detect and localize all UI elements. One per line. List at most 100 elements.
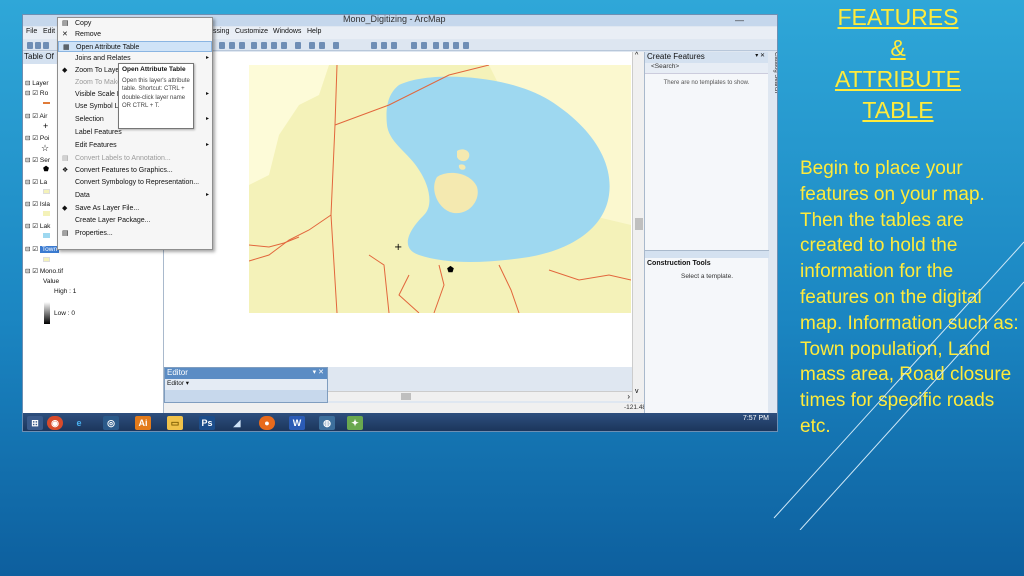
- empty-templates-message: There are no templates to show.: [663, 80, 750, 86]
- context-menu-item-label: Convert Features to Graphics...: [75, 167, 173, 174]
- pin-close-icon[interactable]: ▾ ✕: [755, 52, 765, 59]
- editor-dropdown-label[interactable]: Editor: [167, 380, 184, 387]
- zoom-in-icon[interactable]: [251, 42, 257, 49]
- python-app-icon[interactable]: ✦: [347, 416, 363, 430]
- toc-layer-land[interactable]: ⊟ ☑ La: [25, 178, 47, 186]
- context-menu-item-label: Remove: [75, 31, 102, 38]
- pentagon-symbol-icon: ⬟: [43, 166, 50, 173]
- toc-layer-label: Ser: [39, 157, 51, 164]
- toc-layer-mono-tif[interactable]: ⊟ ☑ Mono.tif: [25, 267, 63, 275]
- roads-swatch: [43, 102, 50, 104]
- close-icon[interactable]: ▾ ✕: [313, 368, 324, 376]
- toc-layer-services[interactable]: ⊟ ☑ Ser: [25, 156, 50, 164]
- scroll-thumb[interactable]: [401, 393, 411, 400]
- slide-title: FEATURES & ATTRIBUTE TABLE: [820, 2, 976, 126]
- map-vertical-scrollbar[interactable]: ^ v: [632, 52, 644, 402]
- context-menu-item[interactable]: ▤ Copy: [58, 18, 212, 29]
- toc-layer-label: Poi: [39, 135, 50, 142]
- toc-layers-group[interactable]: ⊟ Layer: [25, 79, 49, 87]
- new-doc-icon[interactable]: [27, 42, 33, 49]
- context-menu-item[interactable]: ❖ Convert Features to Graphics...: [58, 165, 212, 176]
- context-menu-item[interactable]: ✕ Remove: [58, 29, 212, 40]
- context-menu-item[interactable]: ▦ Open Attribute Table: [58, 41, 212, 52]
- toc-layer-lake[interactable]: ⊟ ☑ Lak: [25, 222, 50, 230]
- context-menu-item-label: Create Layer Package...: [75, 217, 151, 224]
- open-icon[interactable]: [35, 42, 41, 49]
- hyperlink-icon[interactable]: [421, 42, 427, 49]
- pan-icon[interactable]: [271, 42, 277, 49]
- toc-layer-label: Isla: [39, 201, 51, 208]
- menu-customize[interactable]: Customize: [235, 28, 268, 35]
- islands-swatch: [43, 211, 50, 216]
- toc-layer-roads[interactable]: ⊟ ☑ Ro: [25, 89, 48, 97]
- menu-edit[interactable]: Edit: [43, 28, 55, 35]
- taskbar-clock: 7:57 PM: [742, 415, 769, 422]
- python-icon[interactable]: [463, 42, 469, 49]
- tooltip-text: Open this layer's attribute table. Short…: [122, 77, 190, 110]
- map-canvas[interactable]: + ⬟: [249, 65, 631, 313]
- menu-help[interactable]: Help: [307, 28, 321, 35]
- select-elements-icon[interactable]: [371, 42, 377, 49]
- menu-geoprocessing[interactable]: ssing: [213, 28, 229, 35]
- toc-layer-town[interactable]: ⊟ ☑ Town: [25, 245, 60, 253]
- window-controls[interactable]: —▢✕: [735, 15, 775, 35]
- context-menu-item[interactable]: Convert Symbology to Representation...: [58, 177, 212, 188]
- context-menu-item[interactable]: ▤ Convert Labels to Annotation...: [58, 153, 212, 164]
- globe-app-icon[interactable]: ◍: [319, 416, 335, 430]
- scroll-right-icon[interactable]: ›: [627, 392, 630, 401]
- scroll-up-icon[interactable]: ^: [635, 52, 638, 59]
- forward-icon[interactable]: [319, 42, 325, 49]
- select-icon[interactable]: [333, 42, 339, 49]
- measure-icon[interactable]: [411, 42, 417, 49]
- folder-icon[interactable]: ▭: [167, 416, 183, 430]
- illustrator-icon[interactable]: Ai: [135, 416, 151, 430]
- tool-icon[interactable]: [239, 42, 245, 49]
- panel-splitter[interactable]: [645, 250, 769, 258]
- arcmap-app-icon[interactable]: ◢: [229, 416, 245, 430]
- app-icon[interactable]: ◎: [103, 416, 119, 430]
- svg-text:+: +: [394, 242, 402, 253]
- menu-item-icon: ▤: [62, 20, 69, 27]
- tool-icon[interactable]: [219, 42, 225, 49]
- internet-explorer-icon[interactable]: e: [71, 416, 87, 430]
- context-menu-item-label: Convert Labels to Annotation...: [75, 155, 171, 162]
- context-menu-item[interactable]: Edit Features ▸: [58, 140, 212, 151]
- editor-menu[interactable]: Editor ▾: [165, 379, 327, 390]
- scroll-thumb[interactable]: [635, 218, 643, 230]
- full-extent-icon[interactable]: [295, 42, 301, 49]
- context-menu-item[interactable]: ▤ Properties...: [58, 228, 212, 239]
- tooltip-open-attribute-table: Open Attribute Table Open this layer's a…: [118, 63, 194, 129]
- menu-windows[interactable]: Windows: [273, 28, 301, 35]
- catalog-icon[interactable]: [443, 42, 449, 49]
- identify-icon[interactable]: [381, 42, 387, 49]
- chrome-icon[interactable]: ◉: [47, 416, 63, 430]
- menu-item-icon: ❖: [62, 167, 69, 174]
- time-slider-icon[interactable]: [433, 42, 439, 49]
- context-menu-item[interactable]: Data ▸: [58, 190, 212, 201]
- zoom-out-icon[interactable]: [261, 42, 267, 49]
- toc-layers-label: Layer: [32, 80, 49, 87]
- scroll-down-icon[interactable]: v: [635, 388, 639, 395]
- photoshop-icon[interactable]: Ps: [199, 416, 215, 430]
- back-icon[interactable]: [309, 42, 315, 49]
- toc-layer-points[interactable]: ⊟ ☑ Poi: [25, 134, 49, 142]
- firefox-icon[interactable]: ●: [259, 416, 275, 430]
- word-icon[interactable]: W: [289, 416, 305, 430]
- catalog-search-tabs[interactable]: Catalog Search: [768, 52, 777, 122]
- menu-file[interactable]: File: [26, 28, 37, 35]
- save-icon[interactable]: [43, 42, 49, 49]
- construction-tools-title: Construction Tools: [647, 260, 711, 267]
- start-icon[interactable]: ⊞: [27, 416, 43, 430]
- arctoolbox-icon[interactable]: [453, 42, 459, 49]
- template-search-input[interactable]: <Search>: [645, 63, 768, 74]
- window-title: Mono_Digitizing - ArcMap: [343, 14, 446, 24]
- toc-layer-label: Ro: [39, 90, 49, 97]
- context-menu-item-label: Edit Features: [75, 142, 117, 149]
- toc-layer-islands[interactable]: ⊟ ☑ Isla: [25, 200, 50, 208]
- find-icon[interactable]: [391, 42, 397, 49]
- context-menu-item[interactable]: Create Layer Package...: [58, 215, 212, 226]
- globe-icon[interactable]: [281, 42, 287, 49]
- tool-icon[interactable]: [229, 42, 235, 49]
- toc-layer-airports[interactable]: ⊟ ☑ Air: [25, 112, 47, 120]
- context-menu-item[interactable]: ◆ Save As Layer File...: [58, 203, 212, 214]
